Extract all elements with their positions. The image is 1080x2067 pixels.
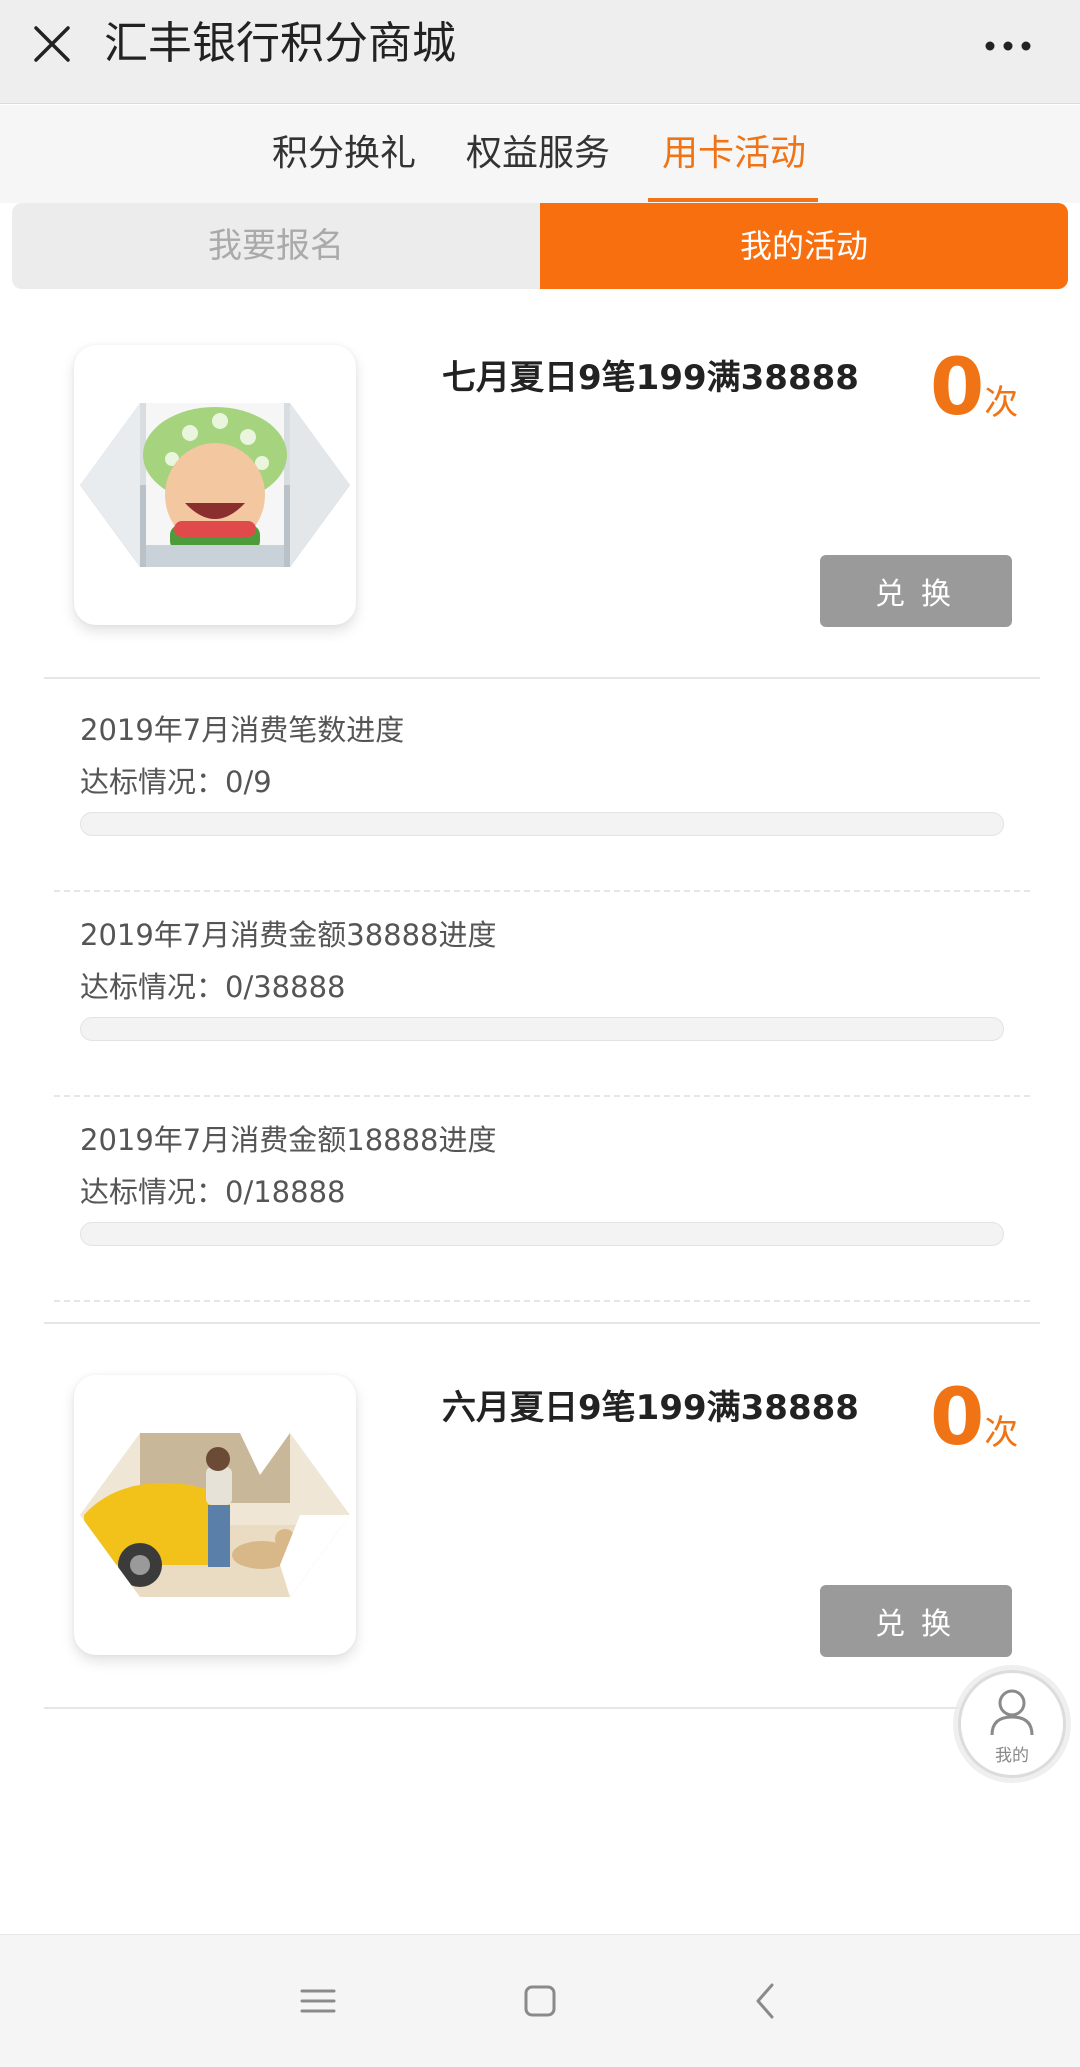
divider <box>44 1707 1040 1709</box>
my-account-label: 我的 <box>995 1746 1029 1766</box>
summer-yellow-car-image <box>80 1433 350 1597</box>
more-dots-icon[interactable] <box>980 26 1036 66</box>
redeem-count: 0次 <box>930 345 1018 431</box>
system-nav-bar <box>0 1934 1080 2067</box>
segment-my-activities[interactable]: 我的活动 <box>540 203 1068 289</box>
activity-thumbnail[interactable] <box>74 345 356 625</box>
tab-rights-services[interactable]: 权益服务 <box>466 129 610 179</box>
divider <box>44 1322 1040 1324</box>
progress-status: 达标情况：0/18888 <box>80 1175 346 1209</box>
divider <box>44 677 1040 679</box>
activity-card: 六月夏日9笔199满38888 0次 兑换 <box>0 1375 1080 1705</box>
progress-status: 达标情况：0/9 <box>80 765 272 799</box>
activity-segment-control: 我要报名 我的活动 <box>12 203 1068 289</box>
activity-title: 七月夏日9笔199满38888 <box>442 358 859 398</box>
back-icon[interactable] <box>736 1971 796 2031</box>
top-bar: 汇丰银行积分商城 <box>0 0 1080 104</box>
summer-watermelon-image <box>80 403 350 567</box>
dashed-divider <box>54 890 1030 892</box>
progress-label: 2019年7月消费笔数进度 <box>80 713 405 747</box>
progress-block: 2019年7月消费金额38888进度 达标情况：0/38888 <box>80 915 1004 1041</box>
progress-label: 2019年7月消费金额38888进度 <box>80 918 497 952</box>
my-account-button[interactable]: 我的 <box>958 1670 1066 1778</box>
category-tabs: 积分换礼 权益服务 用卡活动 <box>0 105 1080 203</box>
progress-bar <box>80 1017 1004 1041</box>
redeem-count-unit: 次 <box>984 1413 1019 1453</box>
progress-bar <box>80 1222 1004 1246</box>
redeem-count: 0次 <box>930 1375 1018 1461</box>
activity-title: 六月夏日9笔199满38888 <box>442 1388 859 1428</box>
progress-bar <box>80 812 1004 836</box>
menu-icon[interactable] <box>288 1971 348 2031</box>
redeem-count-number: 0 <box>930 343 985 433</box>
progress-block: 2019年7月消费金额18888进度 达标情况：0/18888 <box>80 1120 1004 1246</box>
progress-block: 2019年7月消费笔数进度 达标情况：0/9 <box>80 710 1004 836</box>
activity-card: 七月夏日9笔199满38888 0次 兑换 <box>0 345 1080 675</box>
redeem-button[interactable]: 兑换 <box>820 555 1012 627</box>
dashed-divider <box>54 1095 1030 1097</box>
progress-label: 2019年7月消费金额18888进度 <box>80 1123 497 1157</box>
dashed-divider <box>54 1300 1030 1302</box>
segment-sign-up[interactable]: 我要报名 <box>12 203 540 289</box>
page-title: 汇丰银行积分商城 <box>104 18 456 69</box>
home-square-icon[interactable] <box>510 1971 570 2031</box>
activity-thumbnail[interactable] <box>74 1375 356 1655</box>
close-icon[interactable] <box>30 22 74 66</box>
tab-card-activities[interactable]: 用卡活动 <box>662 129 806 179</box>
redeem-button[interactable]: 兑换 <box>820 1585 1012 1657</box>
redeem-count-number: 0 <box>930 1373 985 1463</box>
tab-points-gifts[interactable]: 积分换礼 <box>272 129 416 179</box>
redeem-count-unit: 次 <box>984 383 1019 423</box>
active-tab-indicator <box>648 198 818 202</box>
progress-status: 达标情况：0/38888 <box>80 970 346 1004</box>
user-icon <box>990 1689 1034 1736</box>
